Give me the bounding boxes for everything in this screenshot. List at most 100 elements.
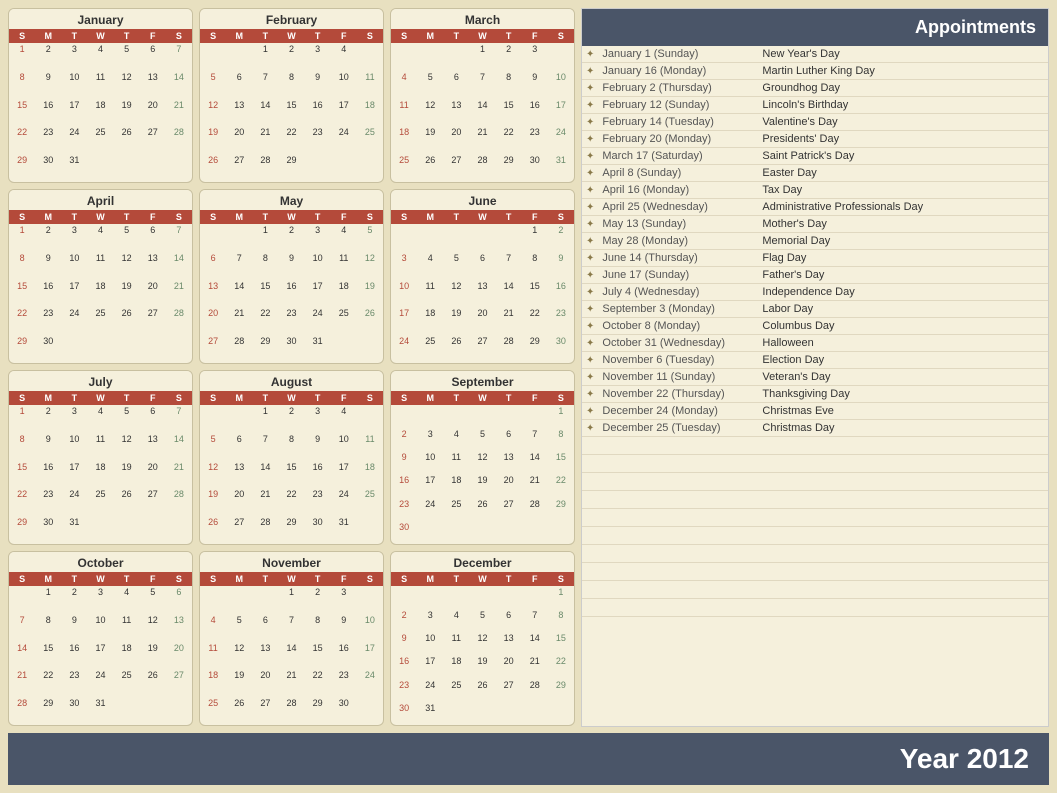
day-cell: 19 bbox=[357, 280, 383, 308]
appointment-empty-row bbox=[582, 473, 1048, 491]
day-cell bbox=[140, 697, 166, 725]
appointment-row: ✦November 11 (Sunday)Veteran's Day bbox=[582, 369, 1048, 386]
day-cell: 13 bbox=[226, 99, 252, 127]
calendar-month-may: MaySMTWTFS123456789101112131415161718192… bbox=[199, 189, 384, 364]
day-cell: 12 bbox=[200, 461, 226, 489]
day-cell: 22 bbox=[548, 474, 574, 497]
day-cell bbox=[357, 43, 383, 71]
day-cell: 18 bbox=[443, 655, 469, 678]
appointment-diamond: ✦ bbox=[582, 46, 598, 63]
day-cell: 11 bbox=[417, 280, 443, 308]
appointment-holiday: Memorial Day bbox=[758, 233, 1048, 250]
day-cell: 28 bbox=[166, 126, 192, 154]
day-cell: 21 bbox=[226, 307, 252, 335]
day-header-label: M bbox=[35, 391, 61, 405]
day-cell: 20 bbox=[496, 474, 522, 497]
month-title-september: September bbox=[391, 371, 574, 391]
day-cell: 30 bbox=[391, 521, 417, 544]
appointment-empty-row bbox=[582, 527, 1048, 545]
day-cell bbox=[200, 405, 226, 433]
top-section: JanuarySMTWTFS12345678910111213141516171… bbox=[8, 8, 1049, 727]
day-cell: 2 bbox=[61, 586, 87, 614]
year-title: Year 2012 bbox=[900, 743, 1029, 774]
day-cell: 16 bbox=[305, 99, 331, 127]
day-cell: 30 bbox=[331, 697, 357, 725]
day-cell: 11 bbox=[200, 642, 226, 670]
day-cell: 14 bbox=[469, 99, 495, 127]
day-cell bbox=[200, 43, 226, 71]
day-cell: 14 bbox=[522, 451, 548, 474]
appointment-date: February 20 (Monday) bbox=[598, 131, 758, 148]
day-cell: 14 bbox=[278, 642, 304, 670]
day-cell: 9 bbox=[548, 252, 574, 280]
day-cell: 1 bbox=[252, 405, 278, 433]
day-cell bbox=[357, 154, 383, 182]
day-cell: 25 bbox=[114, 669, 140, 697]
day-cell: 23 bbox=[331, 669, 357, 697]
appointment-date: June 17 (Sunday) bbox=[598, 267, 758, 284]
calendar-month-november: NovemberSMTWTFS1234567891011121314151617… bbox=[199, 551, 384, 726]
appointment-holiday: Administrative Professionals Day bbox=[758, 199, 1048, 216]
day-cell: 29 bbox=[252, 335, 278, 363]
day-cell: 20 bbox=[469, 307, 495, 335]
day-cell: 9 bbox=[35, 252, 61, 280]
day-cell: 15 bbox=[522, 280, 548, 308]
day-cell: 28 bbox=[9, 697, 35, 725]
day-cell: 6 bbox=[496, 428, 522, 451]
day-cell: 25 bbox=[443, 498, 469, 521]
day-cell: 2 bbox=[35, 43, 61, 71]
day-header-label: F bbox=[331, 572, 357, 586]
day-cell: 19 bbox=[200, 126, 226, 154]
day-header-label: T bbox=[305, 572, 331, 586]
appointment-diamond: ✦ bbox=[582, 165, 598, 182]
day-cell bbox=[200, 224, 226, 252]
day-cell: 27 bbox=[200, 335, 226, 363]
day-cell: 5 bbox=[469, 609, 495, 632]
appointment-diamond: ✦ bbox=[582, 318, 598, 335]
day-cell: 20 bbox=[496, 655, 522, 678]
day-cell: 15 bbox=[305, 642, 331, 670]
day-header-label: T bbox=[252, 572, 278, 586]
days-grid-may: 1234567891011121314151617181920212223242… bbox=[200, 224, 383, 363]
day-cell: 4 bbox=[114, 586, 140, 614]
day-cell: 10 bbox=[61, 252, 87, 280]
day-cell: 13 bbox=[496, 451, 522, 474]
appointment-date: April 25 (Wednesday) bbox=[598, 199, 758, 216]
day-header-label: F bbox=[522, 210, 548, 224]
day-header-label: S bbox=[166, 210, 192, 224]
day-cell: 29 bbox=[548, 679, 574, 702]
day-cell: 8 bbox=[278, 71, 304, 99]
day-cell: 16 bbox=[278, 280, 304, 308]
day-cell: 30 bbox=[35, 335, 61, 363]
day-cell bbox=[331, 335, 357, 363]
day-header-label: S bbox=[166, 572, 192, 586]
day-cell: 4 bbox=[331, 224, 357, 252]
day-header-label: M bbox=[226, 572, 252, 586]
day-cell: 7 bbox=[252, 71, 278, 99]
day-cell: 28 bbox=[522, 498, 548, 521]
day-header-label: W bbox=[469, 210, 495, 224]
day-cell: 26 bbox=[469, 679, 495, 702]
day-cell: 18 bbox=[417, 307, 443, 335]
appointment-date: May 13 (Sunday) bbox=[598, 216, 758, 233]
day-cell bbox=[357, 516, 383, 544]
days-grid-february: 1234567891011121314151617181920212223242… bbox=[200, 43, 383, 182]
day-header-label: S bbox=[548, 210, 574, 224]
day-cell: 1 bbox=[9, 43, 35, 71]
day-cell: 10 bbox=[87, 614, 113, 642]
appointment-diamond: ✦ bbox=[582, 403, 598, 420]
calendar-month-december: DecemberSMTWTFS1234567891011121314151617… bbox=[390, 551, 575, 726]
day-cell: 23 bbox=[522, 126, 548, 154]
calendar-month-april: AprilSMTWTFS1234567891011121314151617181… bbox=[8, 189, 193, 364]
day-cell: 18 bbox=[200, 669, 226, 697]
day-cell: 1 bbox=[469, 43, 495, 71]
day-cell: 16 bbox=[391, 655, 417, 678]
day-cell: 25 bbox=[443, 679, 469, 702]
day-cell: 13 bbox=[443, 99, 469, 127]
day-cell: 13 bbox=[200, 280, 226, 308]
day-cell bbox=[522, 405, 548, 428]
appointment-empty-row bbox=[582, 599, 1048, 617]
day-cell: 9 bbox=[305, 433, 331, 461]
day-cell: 23 bbox=[305, 126, 331, 154]
day-cell: 7 bbox=[522, 609, 548, 632]
